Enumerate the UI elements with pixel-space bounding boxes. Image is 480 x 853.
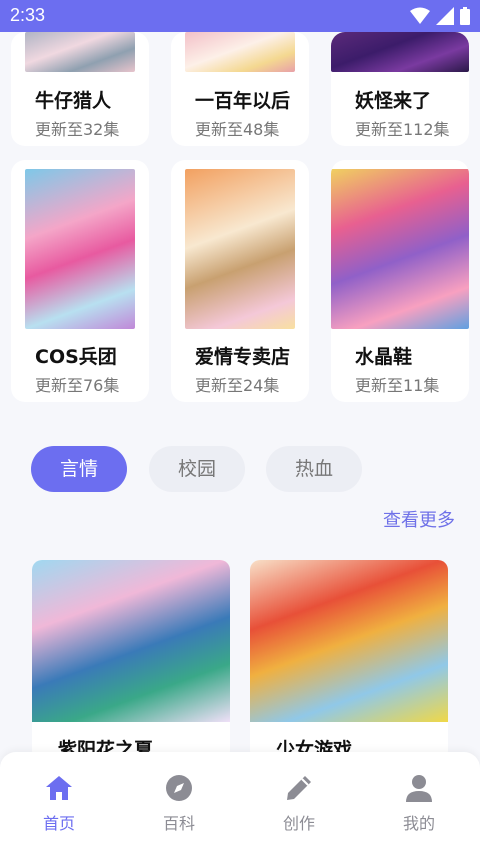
nav-label: 首页 bbox=[42, 814, 75, 833]
featured-cover bbox=[250, 560, 448, 722]
comic-card[interactable]: 爱情专卖店 更新至24集 bbox=[171, 160, 309, 402]
comic-title: 爱情专卖店 bbox=[195, 346, 291, 368]
comic-cover bbox=[331, 169, 469, 329]
comic-episodes: 更新至112集 bbox=[355, 120, 450, 139]
nav-profile[interactable]: 我的 bbox=[379, 772, 459, 834]
comic-cover bbox=[185, 169, 295, 329]
nav-label: 创作 bbox=[282, 814, 315, 833]
tab-campus[interactable]: 校园 bbox=[149, 446, 245, 492]
compass-icon bbox=[166, 775, 192, 801]
signal-icon bbox=[436, 7, 454, 25]
nav-wiki[interactable]: 百科 bbox=[139, 772, 219, 834]
tab-action[interactable]: 热血 bbox=[266, 446, 362, 492]
wifi-icon bbox=[410, 7, 430, 24]
comic-title: 牛仔猎人 bbox=[35, 90, 112, 112]
comic-card[interactable]: 牛仔猎人 更新至32集 bbox=[11, 32, 149, 146]
battery-icon bbox=[460, 7, 470, 25]
comic-card[interactable]: 妖怪来了 更新至112集 bbox=[331, 32, 469, 146]
nav-create[interactable]: 创作 bbox=[259, 772, 339, 834]
view-more-link[interactable]: 查看更多 bbox=[383, 506, 455, 532]
featured-card[interactable]: 少女游戏 bbox=[250, 560, 448, 760]
comic-cover bbox=[25, 169, 135, 329]
nav-home[interactable]: 首页 bbox=[19, 772, 99, 834]
tab-romance[interactable]: 言情 bbox=[31, 446, 127, 492]
comic-card[interactable]: 一百年以后 更新至48集 bbox=[171, 32, 309, 146]
comic-episodes: 更新至48集 bbox=[195, 120, 280, 139]
home-icon bbox=[46, 776, 72, 800]
pencil-icon bbox=[287, 776, 311, 800]
comic-episodes: 更新至11集 bbox=[355, 376, 440, 395]
nav-label: 我的 bbox=[402, 814, 435, 833]
status-icons bbox=[410, 6, 470, 26]
comic-title: 妖怪来了 bbox=[355, 90, 432, 112]
bottom-nav: 首页 百科 创作 我的 bbox=[0, 752, 480, 853]
comic-title: COS兵团 bbox=[35, 346, 117, 368]
nav-label: 百科 bbox=[162, 814, 195, 833]
comic-title: 水晶鞋 bbox=[355, 346, 413, 368]
comic-episodes: 更新至76集 bbox=[35, 376, 120, 395]
status-time: 2:33 bbox=[10, 5, 46, 25]
comic-episodes: 更新至32集 bbox=[35, 120, 120, 139]
comic-cover bbox=[25, 32, 135, 72]
comic-card[interactable]: 水晶鞋 更新至11集 bbox=[331, 160, 469, 402]
user-icon bbox=[406, 775, 432, 802]
featured-card[interactable]: 紫阳花之夏 bbox=[32, 560, 230, 760]
comic-cover bbox=[331, 32, 469, 72]
comic-episodes: 更新至24集 bbox=[195, 376, 280, 395]
status-bar: 2:33 bbox=[0, 0, 480, 32]
featured-cover bbox=[32, 560, 230, 722]
comic-title: 一百年以后 bbox=[195, 90, 291, 112]
comic-cover bbox=[185, 32, 295, 72]
comic-card[interactable]: COS兵团 更新至76集 bbox=[11, 160, 149, 402]
